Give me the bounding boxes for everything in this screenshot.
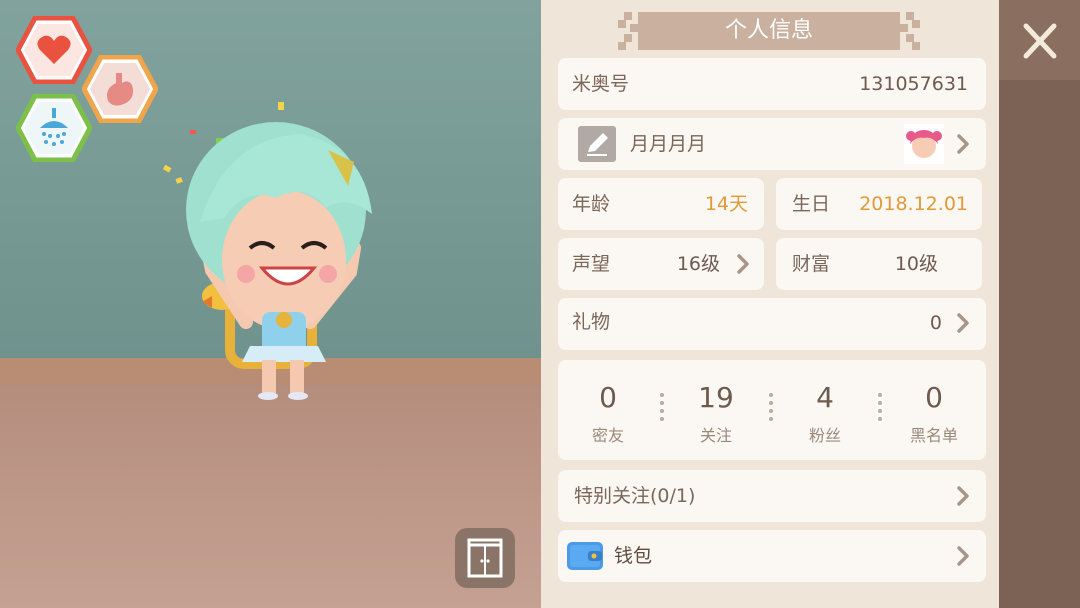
nickname-text: 月月月月 [630,133,707,155]
birthday-label: 生日 [792,193,831,215]
stat-blacklist-value: 0 [925,381,943,414]
panel-title-bar: 个人信息 [618,12,920,50]
nickname-chevron-icon [957,134,969,154]
heart-icon [16,16,92,84]
gifts-label: 礼物 [572,311,611,333]
player-avatar[interactable] [150,90,390,410]
clean-status-button[interactable] [16,94,92,162]
birthday-row: 生日 2018.12.01 [776,178,982,230]
side-strip [999,0,1080,608]
age-label: 年龄 [572,193,611,215]
stat-divider [660,393,664,421]
reputation-label: 声望 [572,253,611,275]
age-row: 年龄 14天 [558,178,764,230]
nickname-row[interactable]: 月月月月 [558,118,986,170]
edit-nickname-button[interactable] [578,126,616,162]
close-button[interactable] [1016,18,1064,64]
stat-divider [878,393,882,421]
gifts-row[interactable]: 礼物 0 [558,298,986,350]
stat-blacklist-label: 黑名单 [909,426,958,445]
special-follow-chevron-icon [957,486,969,506]
player-id-label: 米奥号 [572,73,630,95]
wealth-value: 10级 [894,253,938,275]
wealth-row: 财富 10级 [776,238,982,290]
wallet-icon [567,542,603,570]
wealth-label: 财富 [792,253,831,275]
special-follow-row[interactable]: 特别关注(0/1) [558,470,986,522]
stat-following-value: 19 [698,381,734,414]
reputation-chevron-icon [737,254,749,274]
age-value: 14天 [704,193,748,215]
stat-friends-label: 密友 [591,426,624,445]
social-stats-card: 0 密友 19 关注 4 粉丝 0 黑名单 [558,360,986,460]
gifts-chevron-icon [957,313,969,333]
wallet-row[interactable]: 钱包 [558,530,986,582]
heart-status-button[interactable] [16,16,92,84]
pencil-icon [587,133,608,156]
wardrobe-button[interactable] [455,528,515,588]
wardrobe-icon [467,538,503,578]
avatar-thumbnail-icon[interactable] [904,124,944,164]
player-id-value: 131057631 [859,73,968,95]
stat-following-label: 关注 [699,426,732,445]
stat-friends-value: 0 [599,381,617,414]
stat-fans-value: 4 [816,381,834,414]
stomach-icon [82,55,158,123]
reputation-row[interactable]: 声望 16级 [558,238,764,290]
game-scene [0,0,541,608]
stat-divider [769,393,773,421]
stat-fans-label: 粉丝 [808,426,841,445]
reputation-value: 16级 [676,253,720,275]
shower-icon [16,94,92,162]
panel-title: 个人信息 [724,18,813,43]
wallet-chevron-icon [957,546,969,566]
hunger-status-button[interactable] [82,55,158,123]
special-follow-label: 特别关注(0/1) [574,485,696,507]
player-id-row: 米奥号 131057631 [558,58,986,110]
gifts-value: 0 [929,312,942,334]
wallet-label: 钱包 [614,545,653,567]
close-icon [1023,23,1057,59]
birthday-value: 2018.12.01 [859,193,968,215]
